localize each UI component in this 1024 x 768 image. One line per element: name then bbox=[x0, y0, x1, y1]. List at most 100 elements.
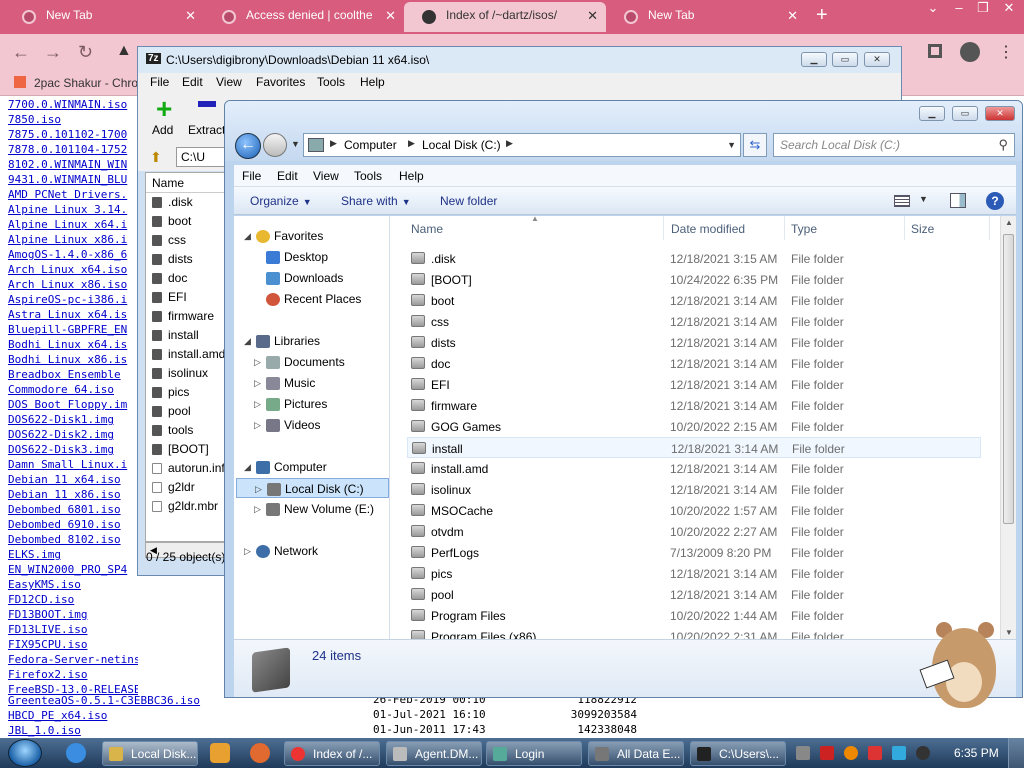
taskbar-button-chrome[interactable]: Index of /... bbox=[284, 741, 380, 766]
sevenzip-file-row[interactable]: autorun.inf bbox=[146, 459, 226, 478]
iso-link[interactable]: ELKS.img bbox=[8, 547, 138, 562]
tray-flag-icon[interactable] bbox=[868, 746, 882, 760]
sevenzip-file-row[interactable]: g2ldr.mbr bbox=[146, 497, 226, 516]
iso-link[interactable]: Bodhi Linux x64.is bbox=[8, 337, 138, 352]
iso-link[interactable]: Fedora-Server-netinst-x86_64-3 bbox=[8, 652, 138, 667]
sevenzip-file-row[interactable]: doc bbox=[146, 269, 226, 288]
expanded-triangle-icon[interactable]: ◢ bbox=[244, 226, 251, 246]
sevenzip-file-row[interactable]: g2ldr bbox=[146, 478, 226, 497]
iso-link[interactable]: Arch Linux x64.iso bbox=[8, 262, 138, 277]
add-button[interactable]: Add bbox=[152, 123, 173, 137]
close-icon[interactable]: ✕ bbox=[385, 8, 396, 24]
search-icon[interactable]: ⚲ bbox=[998, 137, 1008, 153]
internet-explorer-icon[interactable] bbox=[66, 743, 86, 763]
iso-link[interactable]: FD13BOOT.img bbox=[8, 607, 138, 622]
chevron-down-icon[interactable]: ▼ bbox=[727, 140, 736, 150]
menu-edit[interactable]: Edit bbox=[182, 75, 203, 89]
folder-up-icon[interactable]: ⬆ bbox=[150, 149, 162, 166]
file-row[interactable]: [BOOT] 10/24/2022 6:35 PM File folder bbox=[407, 269, 981, 290]
sevenzip-file-row[interactable]: install bbox=[146, 326, 226, 345]
iso-link[interactable]: DOS Boot Floppy.im bbox=[8, 397, 138, 412]
reload-icon[interactable]: ↻ bbox=[78, 42, 93, 63]
sevenzip-file-row[interactable]: [BOOT] bbox=[146, 440, 226, 459]
collapsed-triangle-icon[interactable]: ▷ bbox=[255, 479, 262, 499]
view-options-icon[interactable] bbox=[894, 195, 910, 207]
file-row[interactable]: otvdm 10/20/2022 2:27 AM File folder bbox=[407, 521, 981, 542]
nav-local-disk-c[interactable]: ▷ Local Disk (C:) bbox=[236, 478, 389, 498]
column-header-size[interactable]: Size bbox=[911, 222, 934, 236]
iso-link[interactable]: DOS622-Disk3.img bbox=[8, 442, 138, 457]
browser-tab-new-tab-2[interactable]: New Tab ✕ bbox=[606, 2, 806, 32]
menu-help[interactable]: Help bbox=[399, 169, 424, 183]
expanded-triangle-icon[interactable]: ◢ bbox=[244, 457, 251, 477]
explorer-titlebar[interactable]: ▁ ▭ ✕ ← ▼ ▶ Computer ▶ Local Disk (C:) ▶… bbox=[225, 101, 1022, 161]
iso-link[interactable]: Debombed 8102.iso bbox=[8, 532, 138, 547]
iso-link[interactable]: Debombed 6801.iso bbox=[8, 502, 138, 517]
file-row[interactable]: boot 12/18/2021 3:14 AM File folder bbox=[407, 290, 981, 311]
tray-volume-icon[interactable] bbox=[916, 746, 930, 760]
iso-link[interactable]: 8102.0.WINMAIN_WIN bbox=[8, 157, 138, 172]
file-row[interactable]: firmware 12/18/2021 3:14 AM File folder bbox=[407, 395, 981, 416]
iso-link[interactable]: Debian 11 x64.iso bbox=[8, 472, 138, 487]
browser-tab-index-of-isos[interactable]: Index of /~dartz/isos/ ✕ bbox=[404, 2, 606, 32]
menu-view[interactable]: View bbox=[216, 75, 242, 89]
column-header-name[interactable]: Name bbox=[411, 222, 443, 236]
sevenzip-file-row[interactable]: tools bbox=[146, 421, 226, 440]
iso-link[interactable]: Alpine Linux x86.i bbox=[8, 232, 138, 247]
file-row[interactable]: isolinux 12/18/2021 3:14 AM File folder bbox=[407, 479, 981, 500]
iso-link[interactable]: HBCD_PE_x64.iso bbox=[8, 709, 107, 722]
iso-link[interactable]: AspireOS-pc-i386.i bbox=[8, 292, 138, 307]
chevron-right-icon[interactable]: ▶ bbox=[506, 138, 513, 149]
file-row[interactable]: pool 12/18/2021 3:14 AM File folder bbox=[407, 584, 981, 605]
file-row[interactable]: pics 12/18/2021 3:14 AM File folder bbox=[407, 563, 981, 584]
collapsed-triangle-icon[interactable]: ▷ bbox=[254, 352, 261, 372]
iso-link[interactable]: Damn Small Linux.i bbox=[8, 457, 138, 472]
preview-pane-icon[interactable] bbox=[950, 193, 966, 208]
help-icon[interactable]: ? bbox=[986, 192, 1004, 210]
vertical-scrollbar[interactable]: ▲ ▼ bbox=[1000, 216, 1016, 639]
iso-link[interactable]: Firefox2.iso bbox=[8, 667, 138, 682]
start-button[interactable] bbox=[8, 739, 42, 767]
arrow-right-icon[interactable]: → bbox=[44, 42, 62, 63]
share-with-button[interactable]: Share with ▼ bbox=[341, 194, 411, 208]
expanded-triangle-icon[interactable]: ◢ bbox=[244, 331, 251, 351]
sevenzip-file-row[interactable]: EFI bbox=[146, 288, 226, 307]
sevenzip-file-row[interactable]: .disk bbox=[146, 193, 226, 212]
collapsed-triangle-icon[interactable]: ▷ bbox=[254, 415, 261, 435]
sevenzip-titlebar[interactable]: 7z C:\Users\digibrony\Downloads\Debian 1… bbox=[138, 47, 901, 73]
iso-link[interactable]: FD12CD.iso bbox=[8, 592, 138, 607]
close-icon[interactable]: ✕ bbox=[185, 8, 196, 24]
new-folder-button[interactable]: New folder bbox=[440, 194, 497, 208]
menu-edit[interactable]: Edit bbox=[277, 169, 298, 183]
iso-link[interactable]: Alpine Linux 3.14. bbox=[8, 202, 138, 217]
close-button[interactable]: ✕ bbox=[864, 52, 890, 67]
plus-icon[interactable]: + bbox=[156, 95, 172, 123]
column-divider[interactable] bbox=[784, 216, 785, 240]
iso-link[interactable]: FIX95CPU.iso bbox=[8, 637, 138, 652]
file-row[interactable]: dists 12/18/2021 3:14 AM File folder bbox=[407, 332, 981, 353]
scrollbar-thumb[interactable] bbox=[1003, 234, 1014, 524]
tray-monitor-icon[interactable] bbox=[892, 746, 906, 760]
menu-file[interactable]: File bbox=[242, 169, 261, 183]
sevenzip-file-list[interactable]: Name .disk boot css dists doc EFI firmware inst… bbox=[145, 172, 227, 542]
column-divider[interactable] bbox=[904, 216, 905, 240]
file-row[interactable]: MSOCache 10/20/2022 1:57 AM File folder bbox=[407, 500, 981, 521]
iso-link[interactable]: EasyKMS.iso bbox=[8, 577, 138, 592]
warning-icon[interactable]: ▲ bbox=[116, 42, 132, 60]
extract-button[interactable]: Extract bbox=[188, 123, 225, 137]
tray-app-icon[interactable] bbox=[796, 746, 810, 760]
kebab-menu-icon[interactable]: ⋮ bbox=[998, 42, 1014, 62]
close-icon[interactable]: ✕ bbox=[587, 8, 598, 24]
profile-avatar-icon[interactable] bbox=[960, 42, 980, 62]
sevenzip-file-row[interactable]: install.amd bbox=[146, 345, 226, 364]
chevron-right-icon[interactable]: ▶ bbox=[408, 138, 415, 149]
breadcrumb-computer[interactable]: Computer bbox=[344, 138, 397, 152]
iso-link[interactable]: AmogOS-1.4.0-x86_6 bbox=[8, 247, 138, 262]
iso-link[interactable]: GreenteaOS-0.5.1-C3EBBC36.iso bbox=[8, 694, 200, 707]
search-box[interactable]: ⚲ bbox=[773, 133, 1015, 157]
close-icon[interactable]: ✕ bbox=[787, 8, 798, 24]
minimize-button[interactable]: ▁ bbox=[919, 106, 945, 121]
menu-help[interactable]: Help bbox=[360, 75, 385, 89]
menu-view[interactable]: View bbox=[313, 169, 339, 183]
iso-link[interactable]: Debombed 6910.iso bbox=[8, 517, 138, 532]
